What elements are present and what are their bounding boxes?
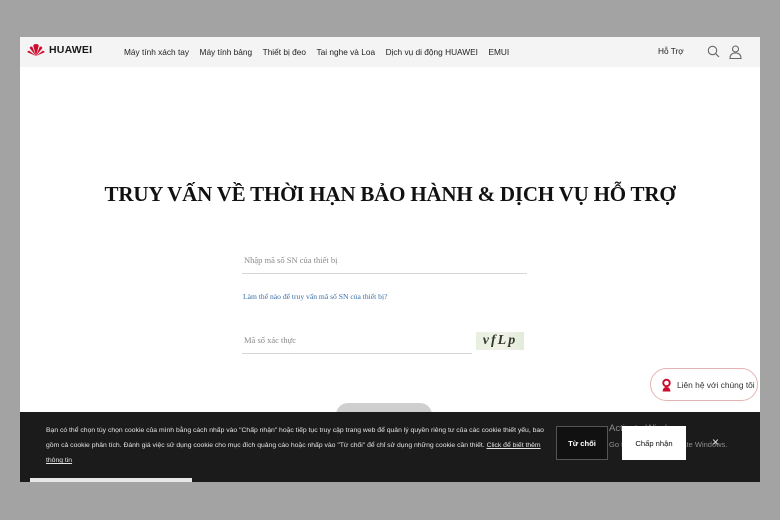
cookie-banner: Bạn có thể chọn tùy chọn cookie của mình… — [20, 412, 760, 482]
huawei-flower-icon — [27, 44, 45, 56]
cookie-message: Bạn có thể chọn tùy chọn cookie của mình… — [46, 427, 544, 449]
main-nav: Máy tính xách tay Máy tính bảng Thiết bị… — [124, 37, 520, 67]
chat-person-icon — [660, 378, 673, 392]
nav-item-laptops[interactable]: Máy tính xách tay — [124, 47, 189, 57]
captcha-input[interactable] — [242, 326, 472, 354]
huawei-logo[interactable]: HUAWEI — [27, 43, 92, 57]
user-icon[interactable] — [729, 45, 742, 59]
page-title: TRUY VẤN VỀ THỜI HẠN BẢO HÀNH & DỊCH VỤ … — [104, 182, 676, 207]
sn-input[interactable] — [242, 247, 527, 274]
nav-item-audio[interactable]: Tai nghe và Loa — [316, 47, 375, 57]
cookie-accept-button[interactable]: Chấp nhận — [622, 426, 686, 460]
brand-name: HUAWEI — [49, 44, 93, 56]
nav-support-link[interactable]: Hỗ Trợ — [658, 46, 684, 56]
nav-item-tablets[interactable]: Máy tính bảng — [200, 47, 253, 57]
nav-item-mobile-services[interactable]: Dịch vụ di động HUAWEI — [386, 47, 478, 57]
close-icon[interactable]: × — [712, 435, 719, 449]
contact-us-label: Liên hệ với chúng tôi — [677, 379, 755, 390]
nav-item-emui[interactable]: EMUI — [488, 47, 509, 57]
site-header: HUAWEI Máy tính xách tay Máy tính bảng T… — [20, 37, 760, 67]
sn-help-link[interactable]: Làm thế nào để truy vấn mã số SN của thi… — [243, 292, 387, 301]
captcha-image[interactable]: vfLp — [476, 332, 524, 350]
contact-us-button[interactable]: Liên hệ với chúng tôi — [650, 368, 758, 401]
search-icon[interactable] — [707, 45, 720, 58]
browser-page: HUAWEI Máy tính xách tay Máy tính bảng T… — [20, 37, 760, 482]
cookie-text: Bạn có thể chọn tùy chọn cookie của mình… — [46, 423, 544, 468]
cookie-reject-button[interactable]: Từ chối — [556, 426, 608, 460]
bottom-strip — [30, 478, 192, 482]
nav-item-wearables[interactable]: Thiết bị đeo — [263, 47, 306, 57]
